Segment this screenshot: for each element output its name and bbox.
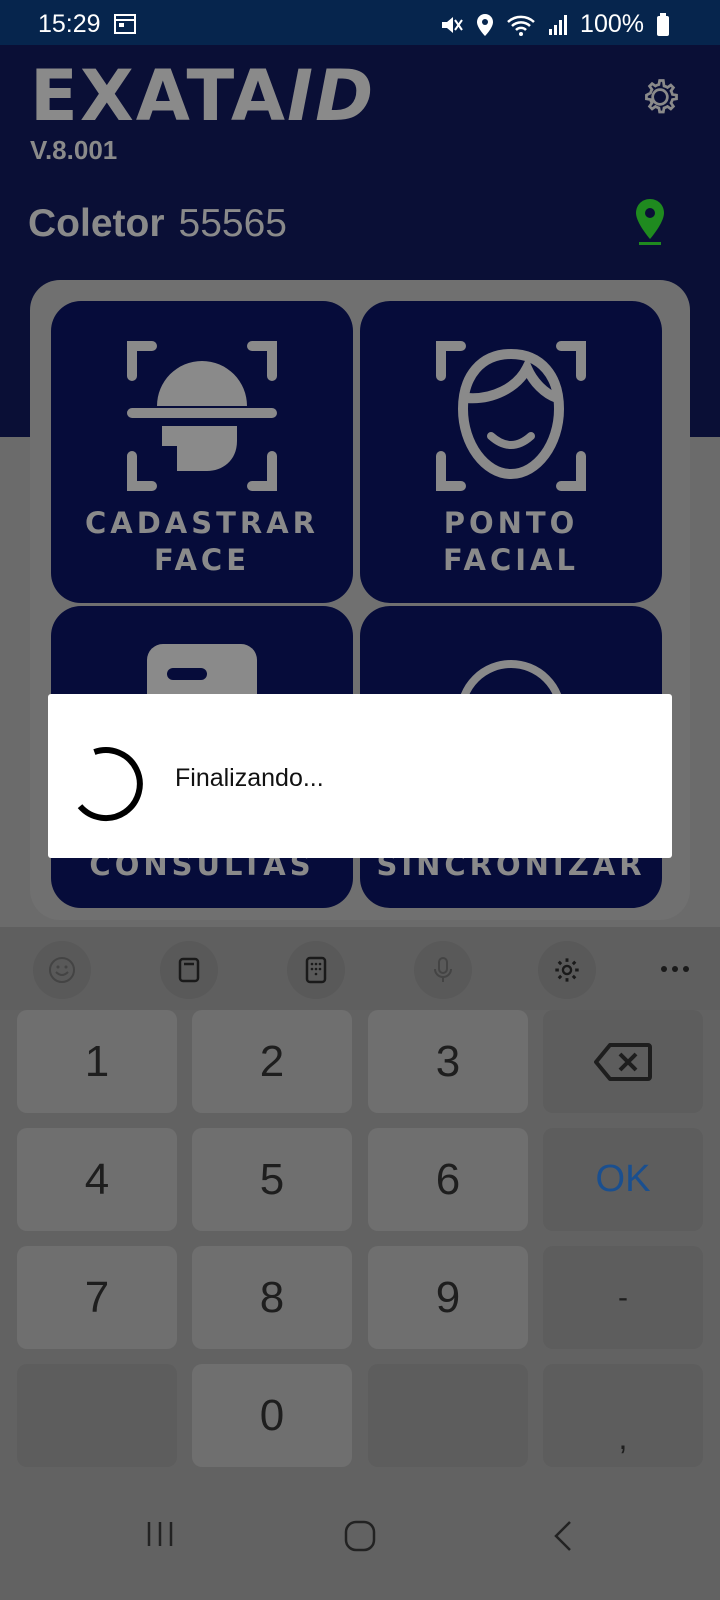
- status-time: 15:29: [38, 10, 101, 38]
- collector-label: Coletor: [28, 202, 165, 245]
- battery-percent: 100%: [580, 10, 644, 38]
- blank-key: [368, 1364, 528, 1467]
- mute-icon: [442, 16, 463, 33]
- back-icon[interactable]: [553, 1520, 573, 1552]
- recent-apps-icon[interactable]: [146, 1520, 174, 1548]
- status-bar: 15:29 100%: [0, 0, 720, 45]
- more-options-icon[interactable]: [660, 965, 690, 973]
- keypad-icon: [305, 956, 327, 984]
- app-logo: EXATAID: [30, 55, 376, 137]
- home-icon[interactable]: [344, 1520, 376, 1552]
- numeric-keyboard: 1 2 3 4 5 6 OK 7 8 9 - 0 ,: [0, 1010, 720, 1480]
- settings-gear-icon[interactable]: [638, 75, 682, 119]
- face-scan-icon: [436, 341, 586, 491]
- location-icon: [477, 13, 494, 36]
- facial-clock-tile[interactable]: PONTO FACIAL: [360, 301, 662, 603]
- gear-icon: [555, 958, 579, 982]
- emoji-icon: [49, 957, 75, 983]
- signal-icon: [549, 14, 568, 35]
- face-register-icon: [127, 341, 277, 491]
- navigation-bar: [0, 1480, 720, 1600]
- microphone-icon: [434, 957, 452, 982]
- tile-label-line2: FACE: [153, 543, 251, 577]
- wifi-icon: [507, 15, 535, 36]
- backspace-icon: [594, 1042, 652, 1081]
- keyboard-toolbar: [0, 927, 720, 1010]
- emoji-button[interactable]: [33, 941, 91, 999]
- key-1[interactable]: 1: [17, 1010, 177, 1113]
- key-0[interactable]: 0: [192, 1364, 352, 1467]
- backspace-key[interactable]: [543, 1010, 703, 1113]
- location-pin-icon[interactable]: [632, 197, 668, 247]
- keyboard-settings-button[interactable]: [538, 941, 596, 999]
- key-2[interactable]: 2: [192, 1010, 352, 1113]
- tile-label-line1: PONTO: [443, 506, 579, 540]
- key-4[interactable]: 4: [17, 1128, 177, 1231]
- key-9[interactable]: 9: [368, 1246, 528, 1349]
- key-6[interactable]: 6: [368, 1128, 528, 1231]
- key-8[interactable]: 8: [192, 1246, 352, 1349]
- key-7[interactable]: 7: [17, 1246, 177, 1349]
- tile-label-line1: CADASTRAR: [84, 506, 319, 540]
- dialog-message: Finalizando...: [175, 764, 324, 792]
- collector-id: 55565: [178, 202, 287, 245]
- collector-info: Coletor 55565: [28, 202, 287, 246]
- blank-key: [17, 1364, 177, 1467]
- comma-key[interactable]: ,: [543, 1364, 703, 1467]
- clipboard-button[interactable]: [160, 941, 218, 999]
- battery-icon: [657, 12, 669, 36]
- calendar-icon: [114, 14, 136, 34]
- tile-label-line2: FACIAL: [443, 543, 579, 577]
- clipboard-icon: [178, 957, 200, 983]
- progress-dialog: Finalizando...: [48, 694, 672, 858]
- app-version: V.8.001: [30, 135, 118, 165]
- keypad-button[interactable]: [287, 941, 345, 999]
- minus-key[interactable]: -: [543, 1246, 703, 1349]
- loading-spinner-icon: [77, 747, 143, 822]
- key-5[interactable]: 5: [192, 1128, 352, 1231]
- key-3[interactable]: 3: [368, 1010, 528, 1113]
- voice-input-button[interactable]: [414, 941, 472, 999]
- ok-key[interactable]: OK: [543, 1128, 703, 1231]
- register-face-tile[interactable]: CADASTRAR FACE: [51, 301, 353, 603]
